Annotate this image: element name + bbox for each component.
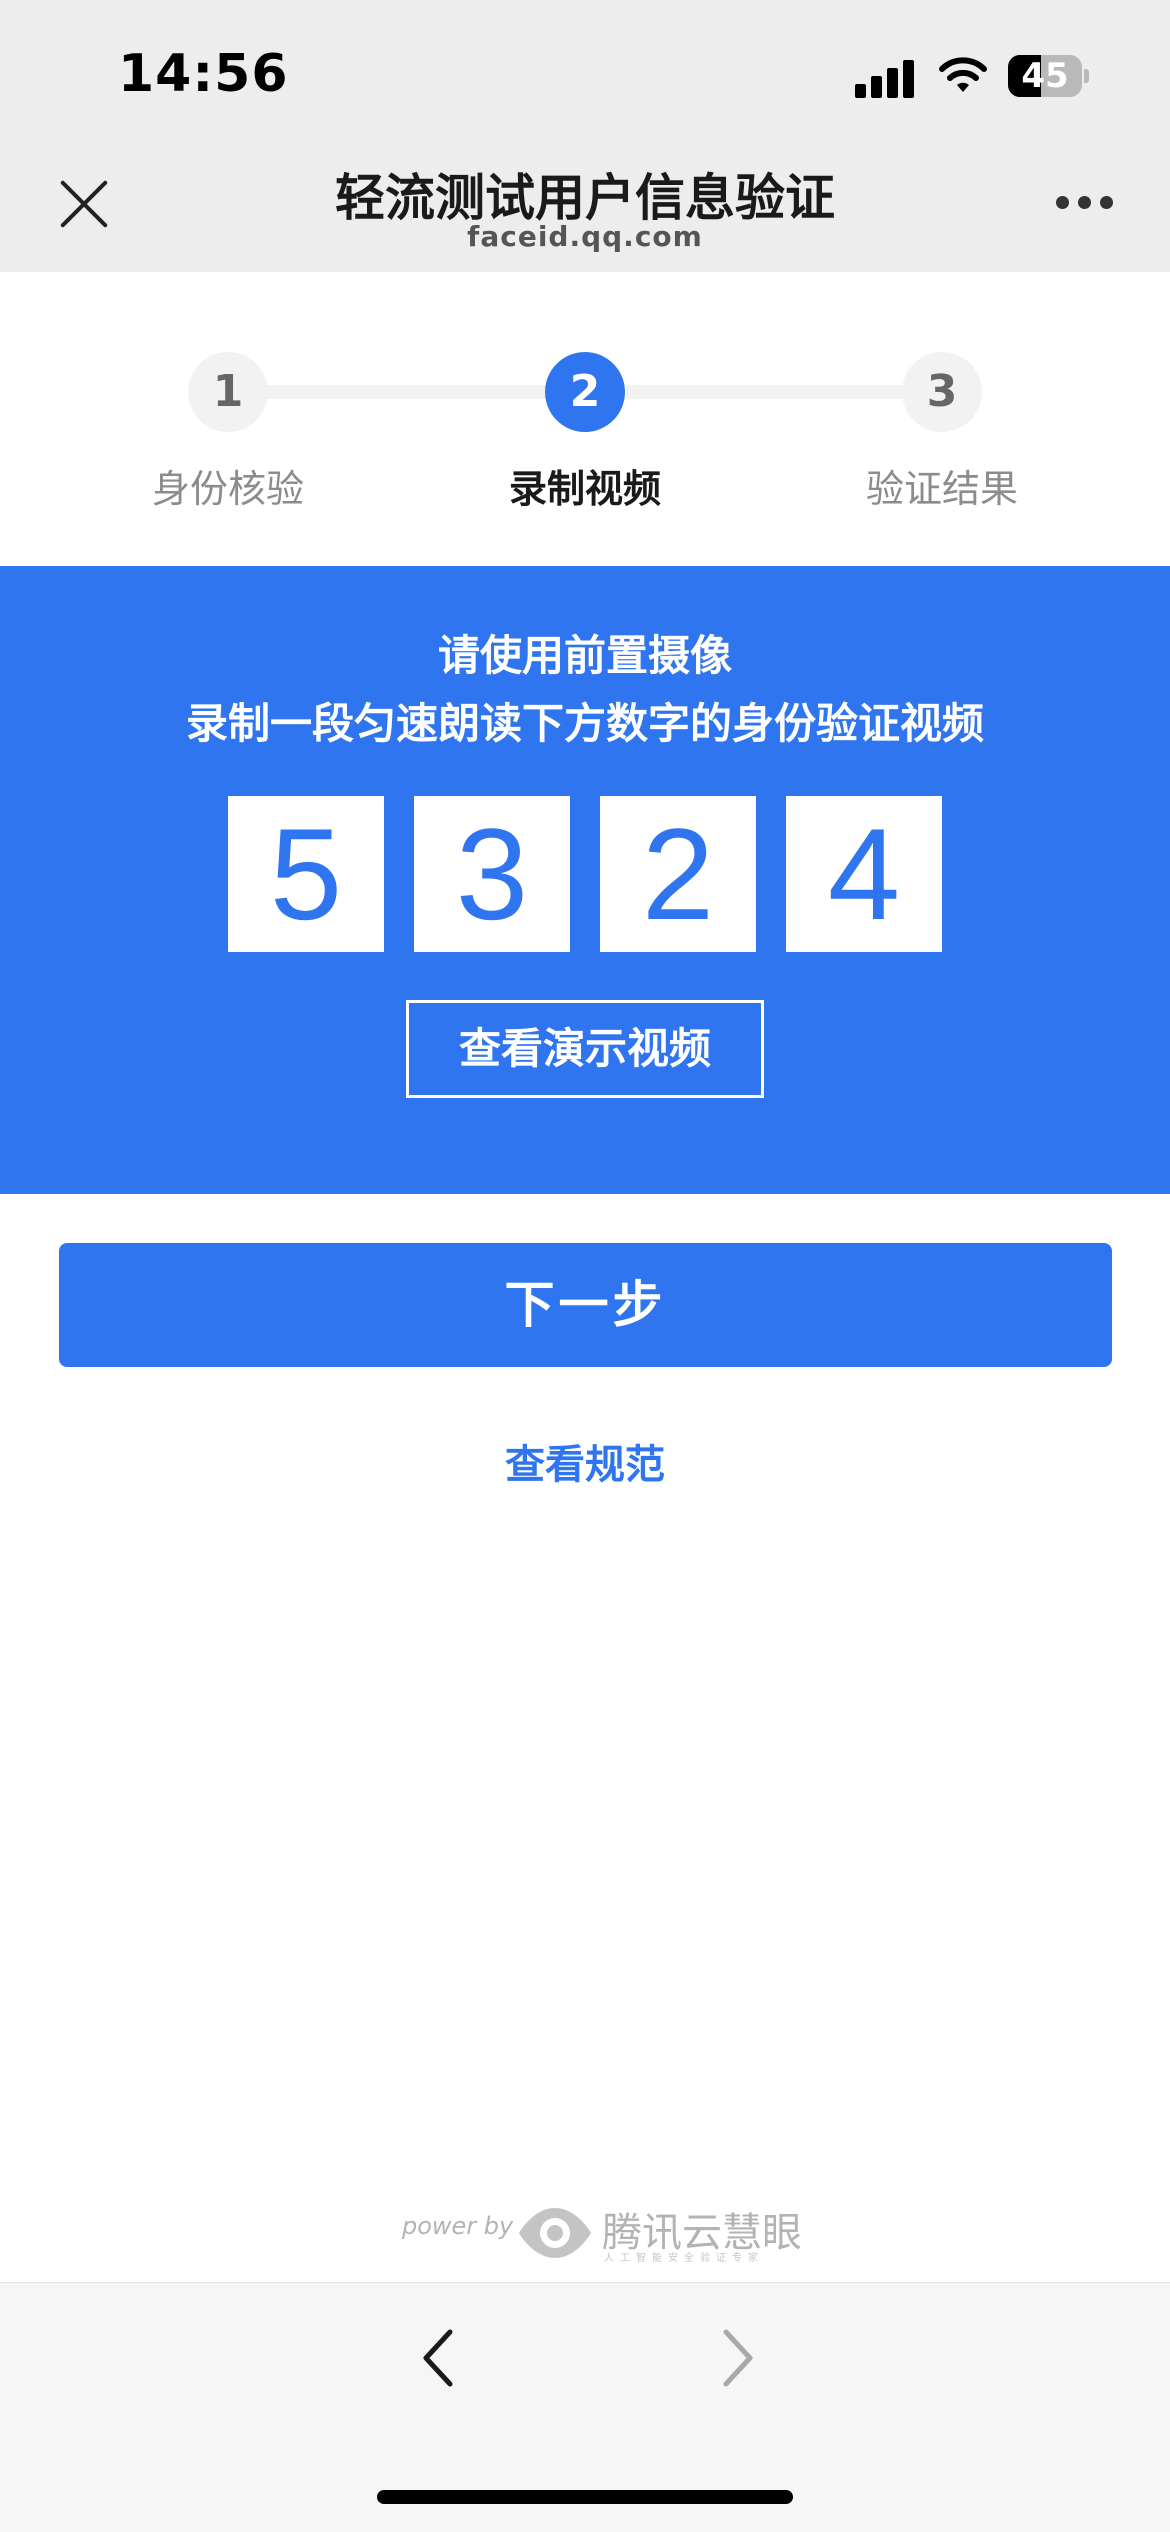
battery-icon: 45: [1008, 55, 1089, 97]
step-1-label: 身份核验: [151, 467, 304, 511]
instruction-line-2: 录制一段匀速朗读下方数字的身份验证视频: [185, 699, 984, 748]
next-step-button[interactable]: 下一步: [59, 1243, 1112, 1367]
step-3-label: 验证结果: [865, 467, 1018, 511]
brand-tagline: 人工智能安全验证专家: [604, 2253, 764, 2264]
page: 14:56 45 轻流测试用户信息验证 faceid.qq.com 1 2 3 …: [0, 0, 1170, 2532]
more-icon[interactable]: [1056, 196, 1114, 210]
view-spec-link[interactable]: 查看规范: [0, 1432, 1170, 1490]
chevron-right-icon[interactable]: [710, 2328, 764, 2388]
step-3-circle: 3: [902, 352, 982, 432]
step-1-circle: 1: [188, 352, 268, 432]
instruction-line-1: 请使用前置摄像: [437, 631, 732, 680]
battery-level: 45: [1021, 56, 1069, 96]
digit-box-2: 3: [414, 796, 570, 952]
digit-box-4: 4: [786, 796, 942, 952]
home-indicator: [377, 2490, 793, 2504]
status-time: 14:56: [118, 44, 289, 104]
step-2-label: 录制视频: [508, 467, 661, 511]
power-by-text: power by: [402, 2212, 514, 2240]
digit-box-3: 2: [600, 796, 756, 952]
view-demo-video-button[interactable]: 查看演示视频: [406, 1000, 764, 1098]
digit-box-1: 5: [228, 796, 384, 952]
chevron-left-icon[interactable]: [412, 2328, 466, 2388]
step-2-circle: 2: [545, 352, 625, 432]
step-track-2: [626, 385, 942, 399]
eye-logo-icon: [519, 2208, 591, 2258]
signal-icon: [855, 58, 915, 98]
wifi-icon: [939, 57, 987, 92]
step-track-1: [228, 385, 586, 399]
page-domain: faceid.qq.com: [467, 220, 703, 253]
